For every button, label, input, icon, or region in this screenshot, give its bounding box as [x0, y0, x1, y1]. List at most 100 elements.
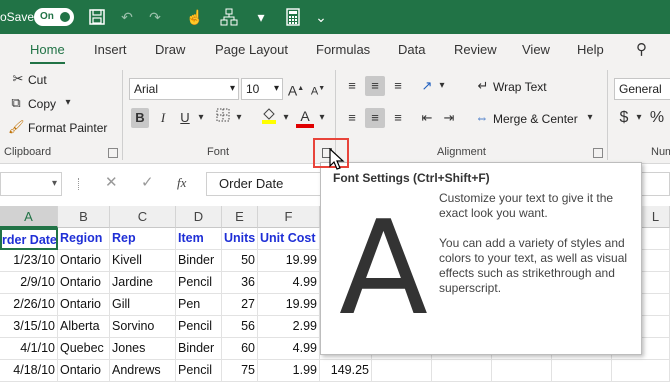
borders-dropdown-icon[interactable]: ▾ [233, 108, 245, 128]
cell-header-units[interactable]: Units [222, 228, 258, 250]
merge-center-icon[interactable]: ⇔ [473, 108, 491, 128]
cancel-icon[interactable]: ✕ [105, 172, 118, 194]
table-cell[interactable] [552, 360, 612, 382]
table-cell[interactable]: 4/1/10 [0, 338, 58, 360]
autosave-toggle[interactable]: On [34, 8, 74, 26]
table-cell[interactable]: Ontario [58, 294, 110, 316]
table-cell[interactable]: 4/18/10 [0, 360, 58, 382]
table-cell[interactable]: Jones [110, 338, 176, 360]
currency-dropdown-icon[interactable]: ▾ [633, 108, 645, 128]
table-cell[interactable]: 149.25 [320, 360, 372, 382]
tab-help[interactable]: Help [577, 42, 604, 57]
table-cell[interactable] [372, 360, 432, 382]
orientation-icon[interactable]: ↗ [418, 76, 436, 96]
column-header-f[interactable]: F [258, 206, 320, 228]
copy-dropdown-icon[interactable]: ▾ [62, 93, 74, 113]
align-right-icon[interactable]: ≡ [389, 108, 407, 128]
table-cell[interactable]: Pencil [176, 316, 222, 338]
wrap-text-button[interactable]: Wrap Text [493, 80, 547, 94]
column-header-b[interactable]: B [58, 206, 110, 228]
column-header-l[interactable]: L [642, 206, 670, 228]
table-cell[interactable]: 2/9/10 [0, 272, 58, 294]
number-format-box[interactable]: General [614, 78, 670, 100]
table-cell[interactable]: Sorvino [110, 316, 176, 338]
table-cell[interactable] [642, 272, 670, 294]
table-cell[interactable]: 1.99 [258, 360, 320, 382]
table-cell[interactable]: Andrews [110, 360, 176, 382]
fill-color-icon[interactable] [260, 106, 278, 130]
decrease-indent-icon[interactable]: ⇤ [418, 108, 436, 128]
align-left-icon[interactable]: ≡ [343, 108, 361, 128]
table-cell[interactable] [492, 360, 552, 382]
underline-button[interactable]: U [177, 108, 193, 128]
table-cell[interactable] [432, 360, 492, 382]
increase-indent-icon[interactable]: ⇥ [440, 108, 458, 128]
middle-align-icon[interactable]: ≡ [365, 76, 385, 96]
font-name-box[interactable]: Arial ▾ [129, 78, 239, 100]
org-chart-icon[interactable] [220, 8, 238, 26]
cut-icon[interactable]: ✂ [10, 69, 26, 89]
cut-button[interactable]: Cut [28, 73, 47, 87]
table-cell[interactable]: 3/15/10 [0, 316, 58, 338]
decrease-font-icon[interactable]: A▼ [309, 79, 327, 102]
cell-header-unit-cost[interactable]: Unit Cost [258, 228, 320, 250]
bottom-align-icon[interactable]: ≡ [389, 76, 407, 96]
table-cell[interactable]: 2.99 [258, 316, 320, 338]
copy-button[interactable]: Copy [28, 97, 56, 111]
tab-draw[interactable]: Draw [155, 42, 185, 57]
font-color-dropdown-icon[interactable]: ▾ [316, 108, 328, 128]
alignment-launcher-icon[interactable] [593, 148, 603, 158]
customize-qat-dropdown-icon[interactable]: ▾ [252, 8, 270, 26]
tab-formulas[interactable]: Formulas [316, 42, 370, 57]
table-cell[interactable]: 27 [222, 294, 258, 316]
table-cell[interactable]: Pencil [176, 272, 222, 294]
clipboard-launcher-icon[interactable] [108, 148, 118, 158]
resize-handle[interactable] [78, 178, 80, 190]
insert-function-button[interactable]: fx [177, 172, 186, 194]
table-cell[interactable]: 19.99 [258, 294, 320, 316]
format-painter-icon[interactable]: 🖌 [8, 117, 25, 137]
format-painter-button[interactable]: Format Painter [28, 121, 107, 135]
tab-data[interactable]: Data [398, 42, 425, 57]
table-cell[interactable]: Kivell [110, 250, 176, 272]
cell-header-order-date[interactable]: rder Date [0, 228, 58, 250]
align-center-icon[interactable]: ≡ [365, 108, 385, 128]
column-header-e[interactable]: E [222, 206, 258, 228]
table-cell[interactable]: 1/23/10 [0, 250, 58, 272]
table-cell[interactable]: 60 [222, 338, 258, 360]
column-header-c[interactable]: C [110, 206, 176, 228]
tab-insert[interactable]: Insert [94, 42, 127, 57]
table-cell[interactable] [612, 360, 670, 382]
cell-header-item[interactable]: Item [176, 228, 222, 250]
merge-center-button[interactable]: Merge & Center [493, 112, 578, 126]
table-cell[interactable]: 75 [222, 360, 258, 382]
customize-qat-icon[interactable]: ⌄ [312, 8, 330, 26]
table-cell[interactable]: Jardine [110, 272, 176, 294]
table-cell[interactable]: Pencil [176, 360, 222, 382]
table-cell[interactable]: Binder [176, 338, 222, 360]
cell-header-region[interactable]: Region [58, 228, 110, 250]
search-icon[interactable]: ⚲ [636, 40, 647, 58]
cell-header-rep[interactable]: Rep [110, 228, 176, 250]
column-header-a[interactable]: A [0, 206, 58, 228]
tab-review[interactable]: Review [454, 42, 497, 57]
italic-button[interactable]: I [155, 108, 171, 128]
redo-icon[interactable]: ↷ [146, 8, 164, 26]
table-cell[interactable]: Pen [176, 294, 222, 316]
table-cell[interactable]: Ontario [58, 360, 110, 382]
table-cell[interactable]: 56 [222, 316, 258, 338]
table-cell[interactable] [642, 228, 670, 250]
underline-dropdown-icon[interactable]: ▾ [195, 108, 207, 128]
copy-icon[interactable]: ⧉ [8, 93, 24, 113]
orientation-dropdown-icon[interactable]: ▾ [436, 76, 448, 96]
calculator-icon[interactable] [284, 8, 302, 26]
table-cell[interactable]: 2/26/10 [0, 294, 58, 316]
table-cell[interactable]: Quebec [58, 338, 110, 360]
borders-icon[interactable] [214, 108, 232, 128]
touch-mode-icon[interactable]: ☝ [186, 8, 204, 26]
tab-view[interactable]: View [522, 42, 550, 57]
table-cell[interactable]: 4.99 [258, 338, 320, 360]
table-cell[interactable] [642, 316, 670, 338]
tab-home[interactable]: Home [30, 42, 65, 65]
table-cell[interactable] [642, 250, 670, 272]
